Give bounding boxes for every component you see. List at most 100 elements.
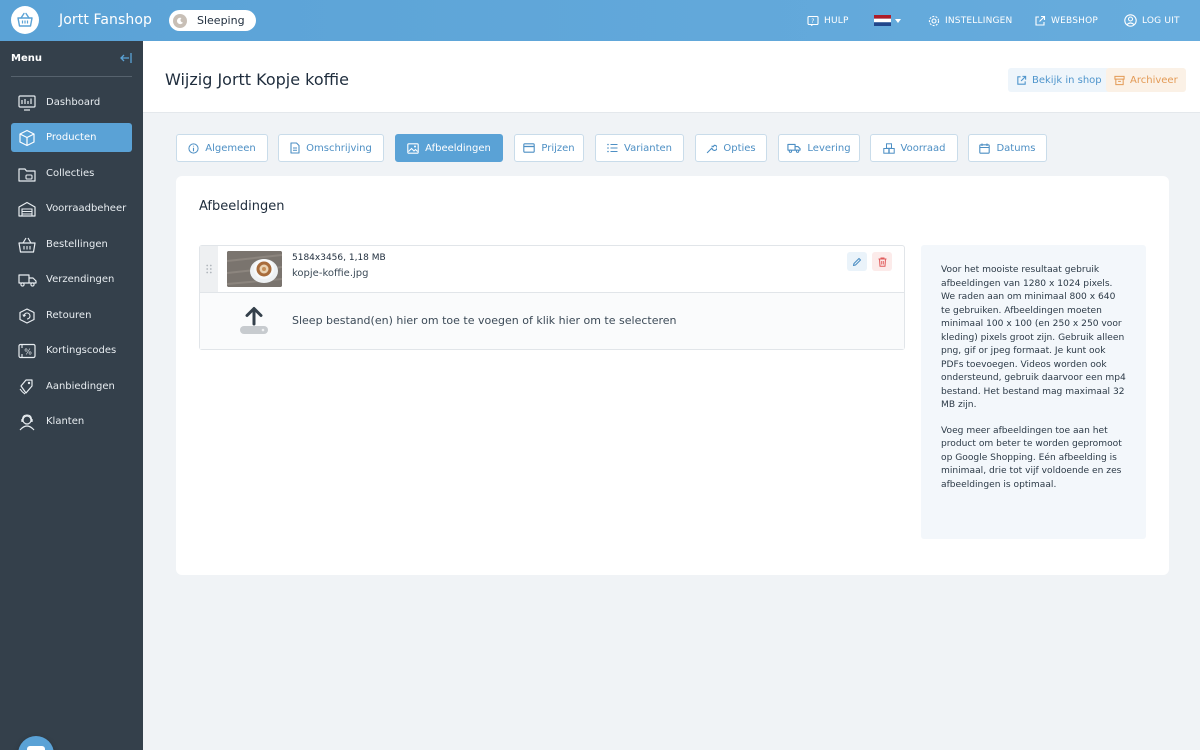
menu-title: Menu bbox=[11, 53, 42, 64]
sidebar-item-dashboard[interactable]: Dashboard bbox=[11, 88, 132, 117]
user-icon bbox=[1124, 14, 1137, 27]
sidebar-item-label: Kortingscodes bbox=[46, 345, 117, 356]
box-icon bbox=[16, 128, 38, 148]
calendar-icon bbox=[979, 143, 991, 154]
tab-label: Afbeeldingen bbox=[425, 142, 491, 154]
settings-link[interactable]: INSTELLINGEN bbox=[928, 0, 1013, 41]
archive-button[interactable]: Archiveer bbox=[1106, 68, 1186, 92]
help-link[interactable]: ? HULP bbox=[807, 0, 849, 41]
top-bar: Jortt Fanshop Sleeping ? HULP INSTELLING… bbox=[0, 0, 1200, 41]
archive-icon bbox=[1114, 75, 1125, 85]
sidebar-item-klanten[interactable]: Klanten bbox=[11, 407, 132, 436]
sleep-icon bbox=[173, 13, 187, 28]
basket-logo-icon bbox=[17, 12, 33, 27]
tab-label: Prijzen bbox=[541, 142, 575, 154]
external-link-icon bbox=[1035, 15, 1046, 26]
chevron-down-icon bbox=[895, 18, 901, 23]
sidebar-item-label: Collecties bbox=[46, 168, 95, 179]
upload-icon bbox=[240, 307, 268, 334]
chat-icon bbox=[27, 746, 45, 750]
image-filename: kopje-koffie.jpg bbox=[292, 268, 369, 279]
tab-algemeen[interactable]: Algemeen bbox=[176, 134, 268, 162]
shop-logo[interactable] bbox=[11, 6, 39, 34]
tab-afbeeldingen[interactable]: Afbeeldingen bbox=[395, 134, 503, 162]
tab-label: Voorraad bbox=[900, 142, 946, 154]
external-link-icon bbox=[1017, 75, 1027, 85]
sidebar-item-label: Bestellingen bbox=[46, 239, 108, 250]
tab-label: Algemeen bbox=[205, 142, 256, 154]
collapse-menu-button[interactable] bbox=[119, 52, 133, 67]
tab-label: Opties bbox=[723, 142, 756, 154]
help-label: HULP bbox=[824, 15, 849, 26]
edit-image-button[interactable] bbox=[847, 252, 867, 271]
tab-voorraad[interactable]: Voorraad bbox=[870, 134, 958, 162]
logout-link[interactable]: LOG UIT bbox=[1124, 0, 1180, 41]
google-shopping-tip: Voeg meer afbeeldingen toe aan het produ… bbox=[941, 425, 1122, 490]
tab-label: Datums bbox=[996, 142, 1036, 154]
collection-icon bbox=[16, 164, 38, 184]
sidebar-item-label: Voorraadbeheer bbox=[46, 203, 127, 214]
tab-opties[interactable]: Opties bbox=[695, 134, 767, 162]
chat-button[interactable] bbox=[18, 736, 54, 750]
page-title: Wijzig Jortt Kopje koffie bbox=[165, 70, 349, 89]
sidebar-item-bestellingen[interactable]: Bestellingen bbox=[11, 230, 132, 259]
document-icon bbox=[290, 142, 300, 154]
list-icon bbox=[607, 143, 618, 153]
boxes-icon bbox=[882, 142, 895, 154]
tab-levering[interactable]: Levering bbox=[778, 134, 860, 162]
sidebar-item-aanbiedingen[interactable]: Aanbiedingen bbox=[11, 372, 132, 401]
view-in-shop-button[interactable]: Bekijk in shop bbox=[1008, 68, 1110, 92]
sidebar-item-producten[interactable]: Producten bbox=[11, 123, 132, 152]
basket-icon bbox=[16, 235, 38, 255]
drag-handle-icon[interactable] bbox=[200, 246, 218, 292]
offer-icon bbox=[16, 377, 38, 397]
tab-varianten[interactable]: Varianten bbox=[595, 134, 684, 162]
menu-divider bbox=[11, 76, 132, 77]
view-in-shop-label: Bekijk in shop bbox=[1032, 74, 1102, 86]
sidebar-item-kortingscodes[interactable]: % Kortingscodes bbox=[11, 336, 132, 365]
return-icon bbox=[16, 306, 38, 326]
page-header: Wijzig Jortt Kopje koffie Bekijk in shop… bbox=[143, 41, 1200, 113]
discount-icon: % bbox=[16, 341, 38, 361]
status-label: Sleeping bbox=[197, 14, 245, 27]
webshop-link[interactable]: WEBSHOP bbox=[1034, 0, 1098, 41]
svg-text:%: % bbox=[24, 347, 32, 356]
info-icon bbox=[188, 142, 199, 154]
truck-icon bbox=[787, 143, 802, 153]
image-list-item: 5184x3456, 1,18 MB kopje-koffie.jpg bbox=[200, 246, 904, 293]
sidebar-item-voorraadbeheer[interactable]: Voorraadbeheer bbox=[11, 194, 132, 223]
card-icon bbox=[523, 143, 536, 153]
dashboard-icon bbox=[16, 93, 38, 113]
tab-label: Varianten bbox=[624, 142, 672, 154]
sidebar-item-collecties[interactable]: Collecties bbox=[11, 159, 132, 188]
sidebar-item-label: Verzendingen bbox=[46, 274, 115, 285]
webshop-label: WEBSHOP bbox=[1051, 15, 1098, 26]
customer-icon bbox=[16, 412, 38, 432]
tab-datums[interactable]: Datums bbox=[968, 134, 1047, 162]
settings-label: INSTELLINGEN bbox=[945, 15, 1013, 26]
upload-drop-zone[interactable]: Sleep bestand(en) hier om toe te voegen … bbox=[200, 293, 904, 349]
help-icon: ? bbox=[807, 15, 819, 26]
tab-label: Omschrijving bbox=[306, 142, 372, 154]
section-title: Afbeeldingen bbox=[199, 199, 285, 214]
delete-image-button[interactable] bbox=[872, 252, 892, 271]
shop-status-toggle[interactable]: Sleeping bbox=[169, 10, 256, 31]
sidebar-item-verzendingen[interactable]: Verzendingen bbox=[11, 265, 132, 294]
sidebar-item-retouren[interactable]: Retouren bbox=[11, 301, 132, 330]
sidebar-item-label: Klanten bbox=[46, 416, 85, 427]
tab-prijzen[interactable]: Prijzen bbox=[514, 134, 584, 162]
tab-omschrijving[interactable]: Omschrijving bbox=[278, 134, 384, 162]
sidebar: Menu Dashboard Producten Collecties Voor… bbox=[0, 41, 143, 750]
sidebar-item-label: Dashboard bbox=[46, 97, 101, 108]
sidebar-item-label: Producten bbox=[46, 132, 97, 143]
image-uploader: 5184x3456, 1,18 MB kopje-koffie.jpg Slee… bbox=[199, 245, 905, 350]
archive-label: Archiveer bbox=[1130, 74, 1178, 86]
sidebar-item-label: Aanbiedingen bbox=[46, 381, 115, 392]
tab-label: Levering bbox=[807, 142, 851, 154]
app-title[interactable]: Jortt Fanshop bbox=[59, 12, 152, 28]
trash-icon bbox=[878, 257, 886, 267]
image-meta: 5184x3456, 1,18 MB bbox=[292, 253, 386, 263]
language-selector[interactable] bbox=[874, 0, 906, 41]
svg-text:?: ? bbox=[811, 18, 814, 25]
image-thumbnail[interactable] bbox=[227, 251, 282, 287]
